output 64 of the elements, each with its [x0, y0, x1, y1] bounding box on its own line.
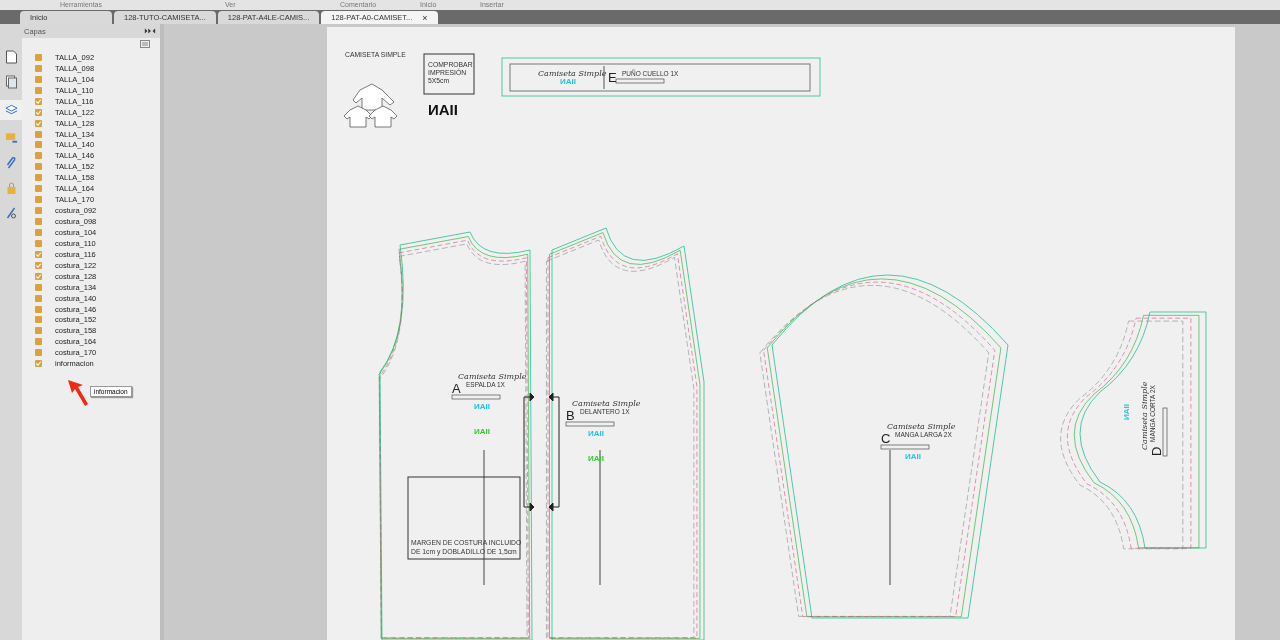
brand-logo: ИAII — [905, 452, 921, 461]
layer-visibility-checkbox[interactable] — [35, 130, 42, 138]
layers-icon[interactable] — [4, 103, 18, 117]
layer-visibility-checkbox[interactable] — [35, 349, 42, 357]
layer-visibility-checkbox[interactable] — [35, 294, 42, 302]
layer-visibility-checkbox[interactable] — [35, 239, 42, 247]
layer-visibility-checkbox[interactable] — [35, 152, 42, 160]
brand-logo: ИAII — [588, 429, 604, 438]
label-box — [615, 78, 665, 84]
layer-visibility-checkbox[interactable] — [35, 272, 42, 280]
layer-visibility-checkbox[interactable] — [35, 163, 42, 171]
arrow-cursor-icon — [67, 379, 89, 407]
piece-title: Camiseta Simple — [887, 422, 956, 431]
label-box — [565, 421, 615, 427]
brand-logo: ИAII — [428, 101, 458, 118]
layer-visibility-checkbox[interactable] — [35, 86, 42, 94]
t-shirt-drawing — [343, 83, 398, 128]
label-box — [451, 394, 501, 400]
layer-visibility-checkbox[interactable] — [35, 174, 42, 182]
options-icon[interactable] — [140, 40, 150, 48]
brand-logo: ИAII — [474, 427, 490, 436]
layer-visibility-checkbox[interactable] — [35, 196, 42, 204]
signature-icon[interactable] — [4, 206, 18, 220]
layer-visibility-checkbox[interactable] — [35, 119, 42, 127]
pages-icon[interactable] — [4, 75, 18, 89]
print-test-square — [423, 53, 475, 95]
layer-visibility-checkbox[interactable] — [35, 97, 42, 105]
layer-visibility-checkbox[interactable] — [35, 261, 42, 269]
layer-visibility-checkbox[interactable] — [35, 305, 42, 313]
piece-letter: B — [566, 408, 575, 423]
layer-visibility-checkbox[interactable] — [35, 141, 42, 149]
layer-visibility-checkbox[interactable] — [35, 108, 42, 116]
piece-title: Camiseta Simple — [458, 372, 527, 381]
brand-logo: ИAII — [588, 454, 604, 463]
paperclip-icon[interactable] — [4, 156, 18, 170]
brand-logo: ИAII — [474, 402, 490, 411]
layer-visibility-checkbox[interactable] — [35, 64, 42, 72]
brand-logo: ИAII — [1122, 404, 1131, 420]
layer-visibility-checkbox[interactable] — [35, 250, 42, 258]
layer-visibility-checkbox[interactable] — [35, 75, 42, 83]
piece-letter: D — [1149, 446, 1164, 456]
layer-visibility-checkbox[interactable] — [35, 185, 42, 193]
piece-title: Camiseta Simple — [572, 399, 641, 408]
layer-visibility-checkbox[interactable] — [35, 218, 42, 226]
piece-title: Camiseta Simple — [538, 69, 607, 78]
piece-letter: E — [608, 70, 617, 85]
layer-visibility-checkbox[interactable] — [35, 207, 42, 215]
layer-visibility-checkbox[interactable] — [35, 316, 42, 324]
layer-visibility-checkbox[interactable] — [35, 327, 42, 335]
layer-visibility-checkbox[interactable] — [35, 228, 42, 236]
label-box — [1162, 407, 1168, 457]
piece-letter: C — [881, 431, 891, 446]
layer-visibility-checkbox[interactable] — [35, 360, 42, 368]
piece-title: Camiseta Simple — [1140, 381, 1149, 450]
layer-visibility-checkbox[interactable] — [35, 53, 42, 61]
comments-icon[interactable] — [4, 131, 18, 145]
close-tab-button[interactable]: × — [422, 12, 428, 23]
label-box — [880, 444, 930, 450]
piece-letter: A — [452, 381, 461, 396]
collapse-panel-icon[interactable] — [144, 28, 156, 34]
brand-logo: ИAII — [560, 77, 576, 86]
layer-visibility-checkbox[interactable] — [35, 283, 42, 291]
page-icon[interactable] — [4, 50, 18, 64]
layer-visibility-checkbox[interactable] — [35, 338, 42, 346]
